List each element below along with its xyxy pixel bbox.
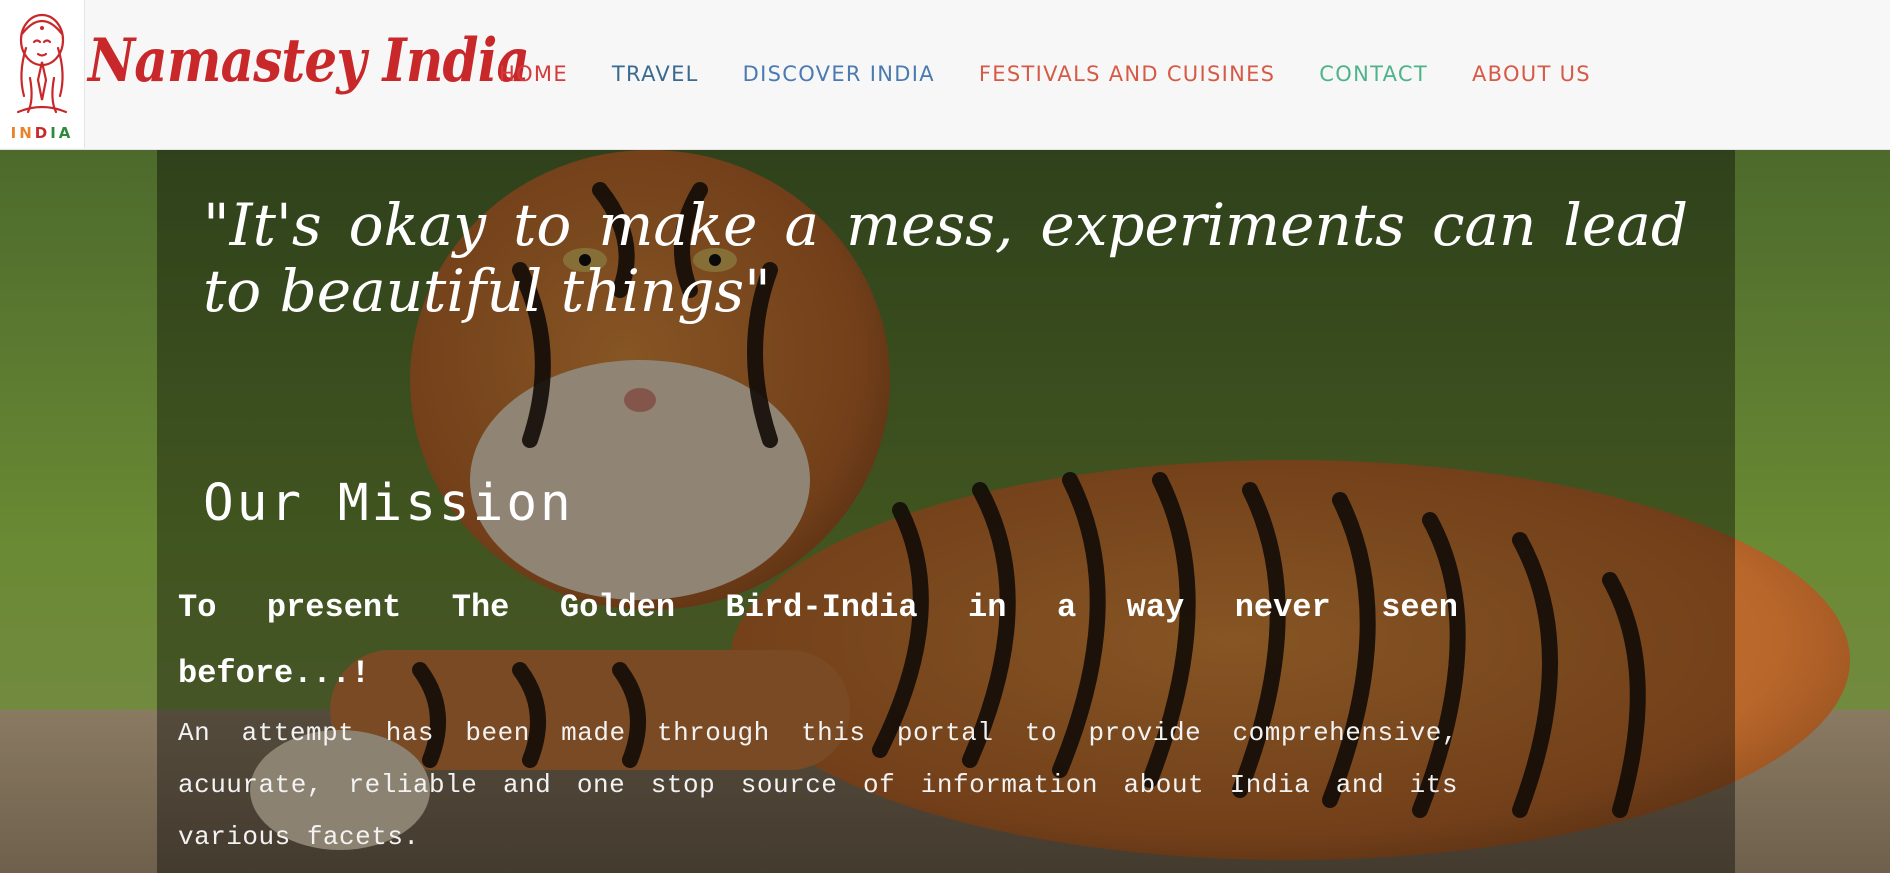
site-logo[interactable]: INDIA xyxy=(0,0,85,148)
nav-travel[interactable]: TRAVEL xyxy=(612,62,699,86)
hero-quote: "It's okay to make a mess, experiments c… xyxy=(203,191,1688,325)
nav-discover-india[interactable]: DISCOVER INDIA xyxy=(743,62,935,86)
top-navbar: INDIA Namastey India HOME TRAVEL DISCOVE… xyxy=(0,0,1890,150)
namaste-figure-icon xyxy=(16,13,68,114)
mission-lead-text: To present The Golden Bird-India in a wa… xyxy=(178,589,1458,692)
mission-heading: Our Mission xyxy=(203,474,574,533)
nav-home[interactable]: HOME xyxy=(499,62,568,86)
nav-festivals-and-cuisines[interactable]: FESTIVALS AND CUISINES xyxy=(979,62,1275,86)
logo-india-text: INDIA xyxy=(0,124,84,142)
nav-contact[interactable]: CONTACT xyxy=(1319,62,1428,86)
mission-body-text: An attempt has been made through this po… xyxy=(178,718,1458,852)
logo-word-text: INDIA xyxy=(10,124,74,142)
brand-title[interactable]: Namastey India xyxy=(88,26,530,96)
main-nav: HOME TRAVEL DISCOVER INDIA FESTIVALS AND… xyxy=(499,62,1635,86)
nav-about-us[interactable]: ABOUT US xyxy=(1472,62,1591,86)
